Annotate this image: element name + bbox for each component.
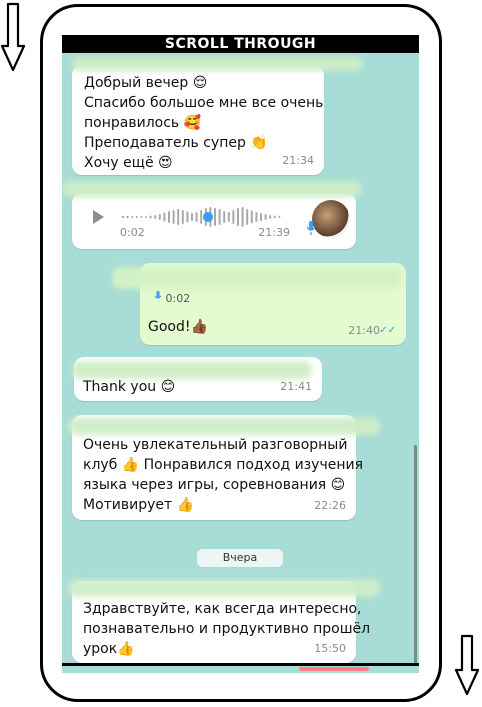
blurred-voice-preview bbox=[112, 267, 402, 289]
voice-duration: 0:02 bbox=[120, 226, 145, 239]
message-text: Thank you 😊 bbox=[83, 379, 176, 395]
message-bubble[interactable]: Добрый вечер 😌 Спасибо большое мне все о… bbox=[72, 57, 362, 175]
message-time: 21:39 bbox=[258, 226, 290, 239]
waveform-bar bbox=[172, 210, 175, 224]
waveform-bar bbox=[154, 215, 157, 219]
waveform-bar bbox=[200, 210, 203, 224]
waveform-bar bbox=[260, 213, 262, 221]
waveform-bar bbox=[246, 209, 249, 225]
waveform-bar bbox=[181, 210, 184, 224]
message-line: клуб 👍 Понравился подход изучения bbox=[83, 457, 363, 473]
avatar[interactable] bbox=[312, 200, 350, 238]
down-arrow-icon bbox=[0, 2, 26, 72]
message-time: 21:34 bbox=[282, 154, 314, 167]
input-highlight bbox=[299, 667, 369, 671]
waveform-bar bbox=[131, 216, 134, 218]
microphone-icon bbox=[306, 221, 316, 241]
message-line: Преподаватель супер 👏 bbox=[84, 135, 268, 151]
playhead-knob[interactable] bbox=[203, 212, 213, 222]
waveform-bar bbox=[237, 208, 239, 226]
message-time: 15:50 bbox=[314, 642, 346, 655]
waveform-bar bbox=[149, 215, 152, 219]
waveform-bar bbox=[278, 216, 281, 218]
waveform-bar bbox=[250, 210, 253, 224]
waveform-bar bbox=[140, 216, 143, 218]
chat-screen[interactable]: SCROLL THROUGH Добрый вечер 😌 Спасибо бо… bbox=[62, 35, 419, 673]
message-line: Здравствуйте, как всегда интересно, bbox=[83, 601, 362, 617]
waveform-bar bbox=[126, 216, 129, 218]
waveform-bar bbox=[191, 213, 193, 221]
waveform-bar bbox=[168, 211, 170, 223]
message-bubble[interactable]: Здравствуйте, как всегда интересно, позн… bbox=[68, 579, 380, 663]
waveform-bar bbox=[218, 209, 221, 225]
waveform-bar bbox=[269, 215, 272, 219]
message-bubble[interactable]: Thank you 😊 21:41 bbox=[72, 357, 322, 401]
waveform-bar bbox=[177, 209, 180, 225]
message-line: понравилось 🥰 bbox=[84, 115, 202, 131]
waveform-bar bbox=[186, 211, 189, 223]
play-icon[interactable] bbox=[90, 209, 106, 231]
waveform-bar bbox=[214, 208, 216, 226]
waveform-bar bbox=[227, 212, 230, 222]
waveform-bar bbox=[158, 214, 161, 220]
message-line: Очень увлекательный разговорный bbox=[83, 437, 348, 453]
double-check-icon: ✓✓ bbox=[379, 325, 396, 336]
scrollbar[interactable] bbox=[414, 445, 417, 665]
down-arrow-icon bbox=[454, 634, 480, 696]
waveform-bar bbox=[163, 212, 166, 222]
waveform-bar bbox=[255, 212, 258, 222]
waveform-bar bbox=[122, 216, 124, 218]
message-line: познавательно и продуктивно прошёл bbox=[83, 621, 371, 637]
blurred-name bbox=[68, 417, 380, 435]
voice-message-bubble[interactable]: 0:02 21:39 bbox=[62, 181, 362, 249]
scroll-through-banner: SCROLL THROUGH bbox=[62, 35, 419, 53]
waveform-bar bbox=[145, 216, 147, 218]
blurred-name bbox=[68, 579, 380, 597]
message-time: 21:41 bbox=[280, 380, 312, 393]
date-separator: Вчера bbox=[197, 549, 283, 567]
blurred-name bbox=[72, 57, 362, 71]
message-line: языка через игры, соревнования 😊 bbox=[83, 477, 346, 493]
message-time: 21:40 bbox=[348, 324, 380, 337]
message-line: Спасибо большое мне все очень bbox=[84, 95, 324, 111]
outgoing-message-bubble[interactable]: 0:02 Good!👍🏾 21:40 ✓✓ bbox=[112, 263, 406, 345]
waveform-bar bbox=[195, 212, 198, 222]
blurred-name bbox=[62, 181, 362, 197]
voice-duration: 0:02 bbox=[165, 292, 191, 305]
bottom-bar bbox=[62, 663, 419, 666]
waveform-bar bbox=[273, 215, 276, 219]
microphone-icon bbox=[154, 291, 166, 305]
message-line: Добрый вечер 😌 bbox=[84, 75, 208, 91]
waveform-bar bbox=[264, 214, 267, 220]
waveform-bar bbox=[232, 210, 235, 224]
waveform-bar bbox=[135, 216, 138, 218]
message-bubble[interactable]: Очень увлекательный разговорный клуб 👍 П… bbox=[68, 415, 380, 520]
message-text: Good!👍🏾 bbox=[148, 319, 208, 335]
waveform-bar bbox=[223, 211, 226, 223]
message-time: 22:26 bbox=[314, 499, 346, 512]
waveform-bar bbox=[241, 207, 244, 227]
